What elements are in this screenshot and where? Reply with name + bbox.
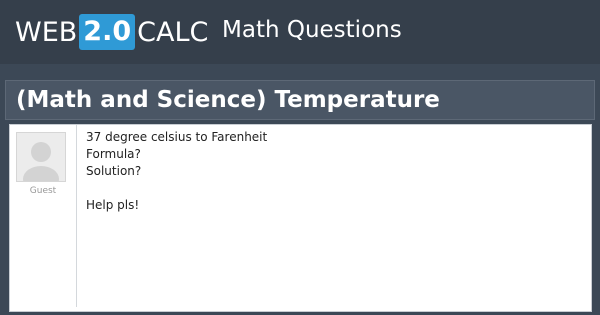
page-title: (Math and Science) Temperature bbox=[16, 87, 440, 113]
user-silhouette-icon bbox=[17, 133, 65, 181]
post-line: Solution? bbox=[86, 164, 142, 178]
logo-web-text: WEB bbox=[15, 16, 78, 48]
author-column: Guest bbox=[10, 125, 77, 307]
section-title[interactable]: Math Questions bbox=[222, 17, 402, 43]
site-header: WEB 2.0 CALC Math Questions bbox=[0, 0, 600, 64]
post-line: Help pls! bbox=[86, 198, 140, 212]
question-title-bar: (Math and Science) Temperature bbox=[5, 80, 595, 120]
site-logo[interactable]: WEB 2.0 CALC bbox=[15, 14, 208, 50]
question-post: Guest 37 degree celsius to Farenheit For… bbox=[9, 124, 592, 312]
post-line: 37 degree celsius to Farenheit bbox=[86, 130, 268, 144]
logo-calc-text: CALC bbox=[137, 16, 209, 48]
author-name: Guest bbox=[29, 186, 57, 196]
post-content: 37 degree celsius to Farenheit Formula? … bbox=[86, 129, 576, 214]
post-line: Formula? bbox=[86, 147, 141, 161]
logo-badge: 2.0 bbox=[79, 14, 136, 50]
avatar bbox=[16, 132, 66, 182]
